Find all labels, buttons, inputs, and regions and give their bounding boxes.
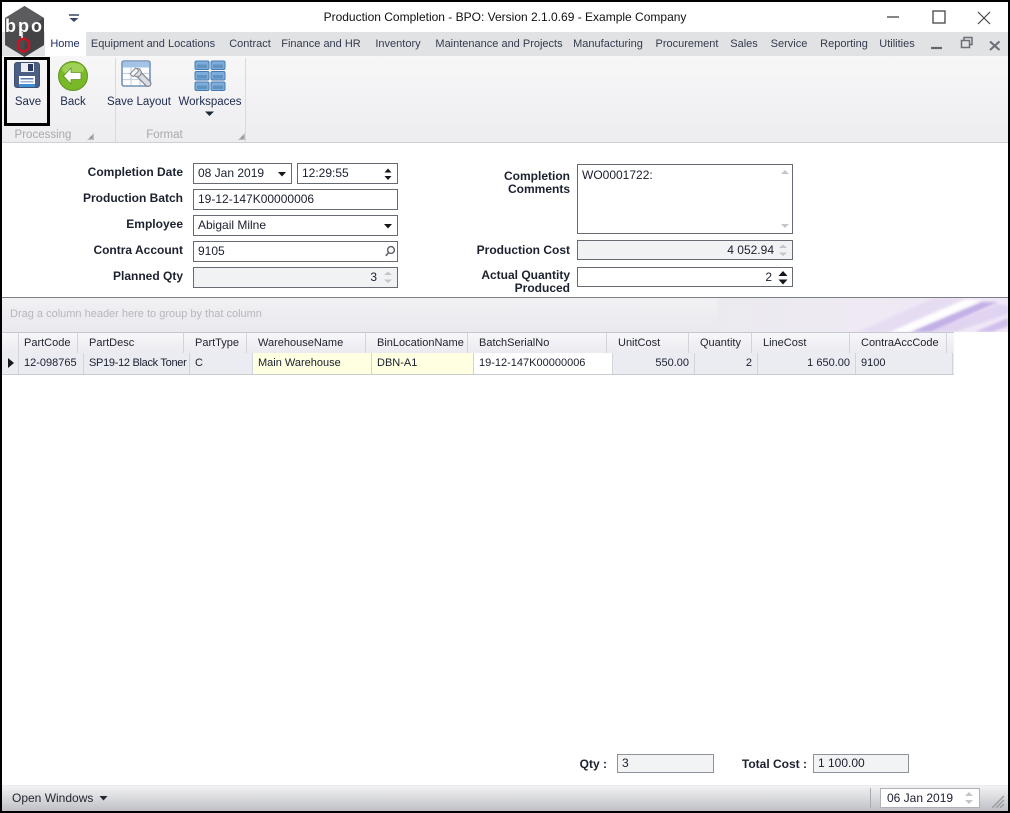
svg-text:bpo: bpo <box>5 16 44 36</box>
